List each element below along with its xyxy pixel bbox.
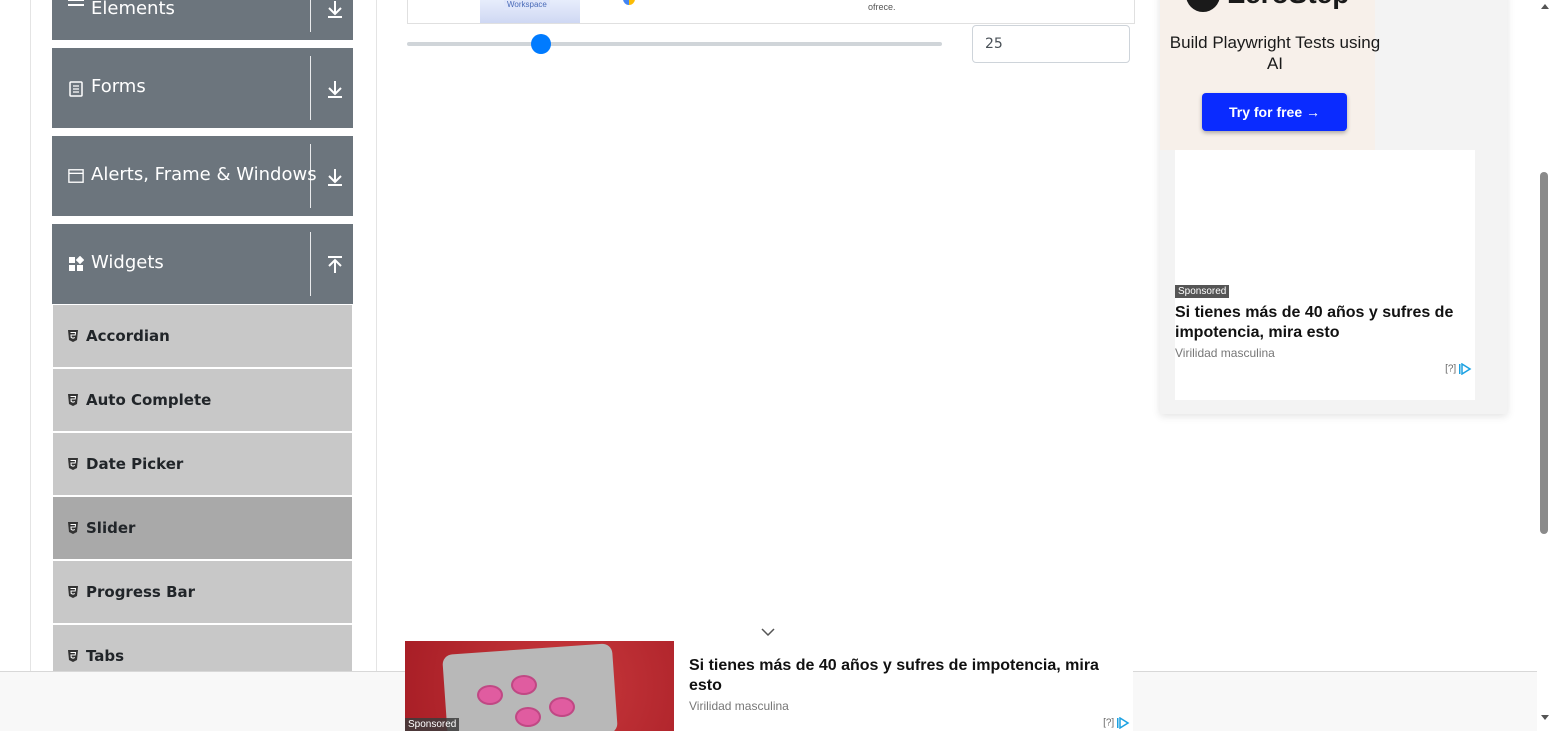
google-logo-icon [623,0,635,5]
sidebar-item-accordian[interactable]: Accordian [53,305,352,367]
download-arrow-icon[interactable] [324,0,346,20]
ad-title[interactable]: Si tienes más de 40 años y sufres de imp… [689,656,1119,696]
group-divider [310,144,311,208]
html5-badge-icon [67,585,79,599]
ad-headline: Build Playwright Tests using AI [1169,33,1381,73]
group-divider [310,0,311,32]
adchoices-icon [1459,362,1472,376]
ad-image: Workspace [480,0,580,23]
ad-image-tag: Workspace [504,0,550,10]
sidebar-item-label: Auto Complete [86,391,212,409]
scroll-up-arrow-icon[interactable] [1541,4,1549,9]
html5-badge-icon [67,521,79,535]
html5-badge-icon [67,649,79,663]
page-scrollbar[interactable] [1537,0,1552,731]
scroll-down-arrow-icon[interactable] [1541,715,1549,720]
brand-name: ZeroStep [1228,0,1349,10]
range-slider-thumb[interactable] [530,34,551,54]
sidebar-item-progress-bar[interactable]: Progress Bar [53,561,352,623]
download-arrow-icon[interactable] [324,166,346,188]
upload-arrow-icon[interactable] [324,254,346,276]
pill-image [477,685,503,705]
adchoices-label: [?] [1445,363,1457,375]
adchoices-icon [1117,716,1130,730]
sidebar-item-slider[interactable]: Slider [53,497,352,559]
html5-badge-icon [67,329,79,343]
slider-value-field[interactable]: 25 [972,25,1130,63]
ad-small-text: ofrece. [868,2,896,12]
group-divider [310,232,311,296]
chevron-down-icon[interactable] [760,626,776,638]
ad-title[interactable]: Si tienes más de 40 años y sufres de imp… [1175,303,1475,343]
sidebar-item-auto-complete[interactable]: Auto Complete [53,369,352,431]
adchoices-label: [?] [1103,717,1115,729]
download-arrow-icon[interactable] [324,78,346,100]
pill-image [515,707,541,727]
pill-image [511,675,537,695]
zerostep-logo-icon [1186,0,1220,12]
html5-badge-icon [67,393,79,407]
sidebar-item-date-picker[interactable]: Date Picker [53,433,352,495]
top-banner-ad[interactable]: Workspace ofrece. [407,0,1135,24]
adchoices-link[interactable]: [?] [1103,716,1131,730]
sidebar-item-label: Progress Bar [86,583,196,601]
ad-source: Virilidad masculina [689,699,789,713]
sponsored-badge: Sponsored [1175,285,1230,298]
form-document-icon [68,81,84,97]
sidebar-item-label: Accordian [86,327,170,345]
ad-photo: Sponsored [405,641,674,731]
sidebar-item-label: Slider [86,519,136,537]
side-ad[interactable]: ZeroStep Build Playwright Tests using AI… [1160,0,1507,414]
brand-logo: ZeroStep [1186,0,1349,12]
group-label-widgets: Widgets [91,252,164,273]
widgets-grid-icon [68,256,84,272]
group-label-elements: Elements [91,0,175,19]
range-slider-track[interactable] [407,42,942,46]
group-divider [310,56,311,120]
adchoices-link[interactable]: [?] [1445,362,1473,376]
sponsored-card[interactable]: Sponsored Si tienes más de 40 años y suf… [1175,150,1475,400]
group-header-alerts-frame-windows[interactable]: Alerts, Frame & Windows [52,136,353,216]
menu-lines-icon [68,0,84,8]
try-for-free-button[interactable]: Try for free → [1202,93,1347,131]
scrollbar-thumb[interactable] [1540,172,1548,534]
group-header-elements[interactable]: Elements [52,0,353,40]
group-header-widgets[interactable]: Widgets [52,224,353,304]
html5-badge-icon [67,457,79,471]
group-label-forms: Forms [91,76,146,97]
sponsored-badge: Sponsored [405,718,460,731]
ad-source: Virilidad masculina [1175,346,1275,360]
sidebar-item-label: Date Picker [86,455,184,473]
group-label-alerts: Alerts, Frame & Windows [91,164,317,185]
group-header-forms[interactable]: Forms [52,48,353,128]
window-frame-icon [68,168,84,184]
bottom-sticky-ad[interactable]: Sponsored Si tienes más de 40 años y suf… [405,641,1133,731]
sidebar-item-label: Tabs [86,647,125,665]
ad-brand-panel: ZeroStep Build Playwright Tests using AI… [1160,0,1380,150]
pill-image [549,697,575,717]
